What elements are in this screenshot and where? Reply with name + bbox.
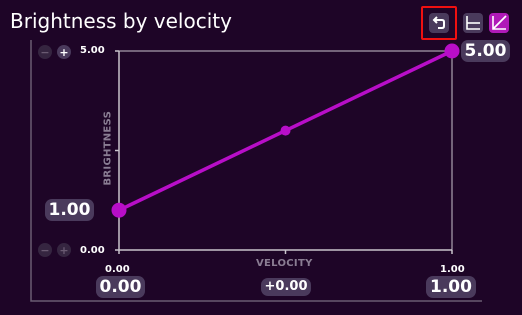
start-x-pill[interactable]: 0.00 [96,276,145,298]
curve-endpoint-handle[interactable] [444,43,460,59]
end-x-pill[interactable]: 1.00 [426,276,476,298]
curve-graph[interactable] [0,0,522,315]
end-value-pill[interactable]: 5.00 [461,40,510,62]
graph-frame [30,40,482,302]
curve-editor-panel: Brightness by velocity − + − + 5.00 0.00… [0,0,522,315]
curve-endpoint-handle[interactable] [111,202,127,218]
panel-border [30,40,482,302]
curve-midpoint-handle[interactable] [280,125,291,136]
start-value-pill[interactable]: 1.00 [45,199,94,221]
offset-pill[interactable]: +0.00 [261,278,311,296]
curve-marks [111,43,460,218]
